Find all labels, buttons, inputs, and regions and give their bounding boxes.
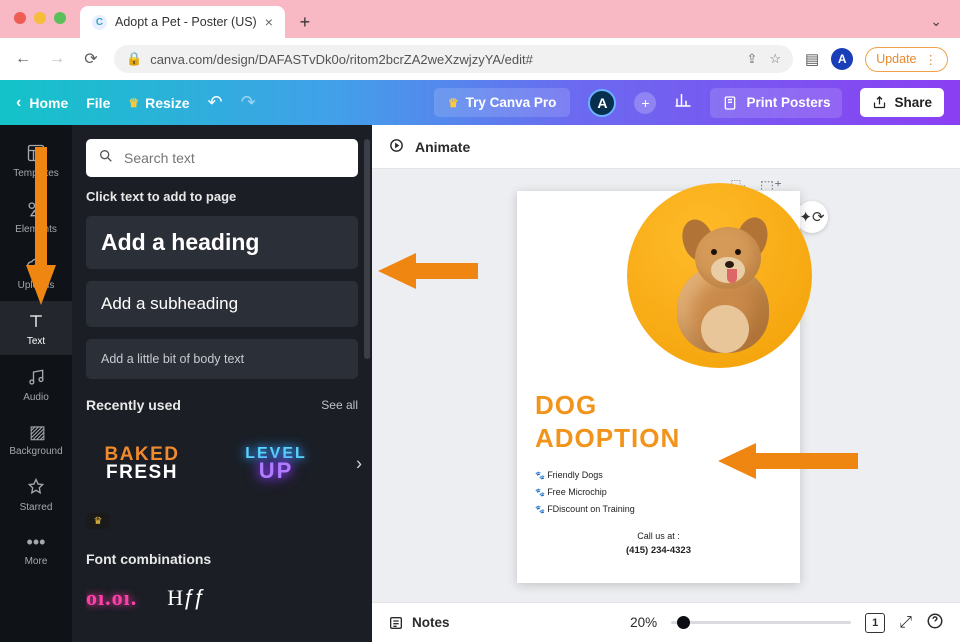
editor-bottom-bar: Notes 20% 1 ⤢ bbox=[372, 602, 960, 642]
notes-button[interactable]: Notes bbox=[388, 615, 450, 631]
nav-forward-icon[interactable]: → bbox=[46, 50, 68, 68]
browser-right-actions: ▤ A Update bbox=[805, 47, 948, 72]
search-icon bbox=[98, 148, 114, 169]
templates-icon bbox=[26, 143, 46, 163]
browser-toolbar: ← → ⟳ 🔒 canva.com/design/DAFASTvDk0o/rit… bbox=[0, 38, 960, 80]
browser-chrome: C Adopt a Pet - Poster (US) × + ⌄ ← → ⟳ … bbox=[0, 0, 960, 80]
design-page[interactable]: DOG ADOPTION Friendly Dogs Free Microchi… bbox=[517, 191, 800, 583]
redo-button[interactable]: ↷ bbox=[241, 92, 256, 113]
tabs-overflow-icon[interactable]: ⌄ bbox=[922, 5, 950, 38]
browser-tab-bar: C Adopt a Pet - Poster (US) × + ⌄ bbox=[0, 0, 960, 38]
resize-button[interactable]: ♛ Resize bbox=[128, 95, 189, 111]
text-icon bbox=[26, 311, 46, 331]
rail-uploads[interactable]: Uploads bbox=[0, 245, 72, 299]
add-subheading-option[interactable]: Add a subheading bbox=[86, 281, 358, 327]
font-combo-preview[interactable]: oı.oı. bbox=[86, 585, 137, 611]
zoom-thumb[interactable] bbox=[677, 616, 690, 629]
workspace: Templates Elements Uploads Text Audio ▨ … bbox=[0, 125, 960, 642]
search-text-input[interactable] bbox=[86, 139, 358, 177]
rail-text[interactable]: Text bbox=[0, 301, 72, 355]
window-fullscreen-icon[interactable] bbox=[54, 12, 66, 24]
audio-icon bbox=[26, 367, 46, 387]
add-heading-option[interactable]: Add a heading bbox=[86, 216, 358, 269]
recently-used-thumbs: BAKEDFRESH LEVELUP › bbox=[86, 429, 358, 499]
undo-button[interactable]: ↶ bbox=[207, 92, 222, 113]
recently-used-header: Recently used See all bbox=[86, 397, 358, 413]
invite-button[interactable]: + bbox=[634, 92, 656, 114]
editor-top-bar: ‹ Home File ♛ Resize ↶ ↷ ♛ Try Canva Pro… bbox=[0, 80, 960, 125]
tab-title: Adopt a Pet - Poster (US) bbox=[115, 15, 257, 29]
side-rail: Templates Elements Uploads Text Audio ▨ … bbox=[0, 125, 72, 642]
new-tab-button[interactable]: + bbox=[291, 8, 319, 36]
elements-icon bbox=[26, 199, 46, 219]
rail-starred[interactable]: Starred bbox=[0, 467, 72, 521]
address-bar[interactable]: 🔒 canva.com/design/DAFASTvDk0o/ritom2bcr… bbox=[114, 45, 793, 73]
nav-back-icon[interactable]: ← bbox=[12, 50, 34, 68]
extensions-icon[interactable]: ▤ bbox=[805, 50, 819, 68]
rail-background[interactable]: ▨ Background bbox=[0, 413, 72, 465]
insights-icon[interactable] bbox=[674, 91, 692, 114]
magic-recommend-button[interactable]: ✦⟳ bbox=[796, 201, 828, 233]
pro-badge: ♛ bbox=[86, 513, 110, 529]
context-toolbar: Animate bbox=[372, 125, 960, 169]
animate-button[interactable]: Animate bbox=[415, 139, 470, 155]
fullscreen-icon[interactable]: ⤢ bbox=[899, 614, 912, 632]
search-text-field[interactable] bbox=[124, 150, 346, 166]
zoom-slider[interactable] bbox=[671, 621, 851, 624]
uploads-icon bbox=[26, 255, 46, 275]
home-button[interactable]: ‹ Home bbox=[16, 94, 68, 112]
canvas-stage[interactable]: ⿻ ⬚⁺ ✦⟳ DOG ADOPTION bbox=[372, 169, 960, 602]
text-panel: ‹ Click text to add to page Add a headin… bbox=[72, 125, 372, 642]
crown-icon: ♛ bbox=[448, 96, 459, 110]
see-all-link[interactable]: See all bbox=[321, 398, 358, 412]
rail-audio[interactable]: Audio bbox=[0, 357, 72, 411]
browser-update-button[interactable]: Update bbox=[865, 47, 948, 72]
more-icon: ••• bbox=[27, 533, 46, 551]
animate-icon bbox=[388, 137, 405, 157]
window-close-icon[interactable] bbox=[14, 12, 26, 24]
user-avatar[interactable]: A bbox=[588, 89, 616, 117]
panel-hint: Click text to add to page bbox=[86, 189, 358, 204]
panel-scrollbar[interactable] bbox=[364, 139, 370, 359]
poster-dog-image[interactable] bbox=[627, 183, 812, 368]
window-minimize-icon[interactable] bbox=[34, 12, 46, 24]
help-icon[interactable] bbox=[926, 612, 944, 633]
print-posters-button[interactable]: Print Posters bbox=[710, 88, 842, 118]
add-body-text-option[interactable]: Add a little bit of body text bbox=[86, 339, 358, 379]
page-indicator[interactable]: 1 bbox=[865, 613, 885, 633]
chevron-left-icon: ‹ bbox=[16, 94, 21, 112]
canvas-area: Animate ⿻ ⬚⁺ ✦⟳ DOG bbox=[372, 125, 960, 642]
window-controls bbox=[14, 12, 66, 24]
browser-tab[interactable]: C Adopt a Pet - Poster (US) × bbox=[80, 6, 285, 38]
rail-elements[interactable]: Elements bbox=[0, 189, 72, 243]
share-url-icon[interactable]: ⇪ bbox=[746, 51, 757, 67]
profile-avatar[interactable]: A bbox=[831, 48, 853, 70]
annotation-arrow-left-icon bbox=[378, 249, 478, 293]
rail-more[interactable]: ••• More bbox=[0, 523, 72, 575]
lock-icon: 🔒 bbox=[126, 51, 142, 67]
font-combo-preview[interactable]: Hƒƒ bbox=[167, 585, 203, 611]
font-thumb-level-up[interactable]: LEVELUP bbox=[220, 429, 332, 499]
font-thumb-baked-fresh[interactable]: BAKEDFRESH bbox=[86, 429, 198, 499]
rail-templates[interactable]: Templates bbox=[0, 133, 72, 187]
file-menu[interactable]: File bbox=[86, 95, 110, 111]
font-combinations-header: Font combinations bbox=[86, 551, 358, 567]
zoom-value[interactable]: 20% bbox=[630, 615, 657, 630]
poster-bullets[interactable]: Friendly Dogs Free Microchip FDiscount o… bbox=[535, 467, 635, 518]
nav-reload-icon[interactable]: ⟳ bbox=[80, 49, 102, 69]
canva-favicon-icon: C bbox=[92, 15, 107, 30]
star-icon bbox=[26, 477, 46, 497]
crown-icon: ♛ bbox=[94, 516, 103, 527]
thumbs-next-icon[interactable]: › bbox=[356, 454, 362, 475]
background-icon: ▨ bbox=[29, 423, 43, 441]
share-button[interactable]: Share bbox=[860, 88, 944, 117]
crown-icon: ♛ bbox=[128, 96, 139, 110]
try-pro-button[interactable]: ♛ Try Canva Pro bbox=[434, 88, 571, 117]
url-text: canva.com/design/DAFASTvDk0o/ritom2bcrZA… bbox=[150, 52, 533, 67]
poster-title[interactable]: DOG ADOPTION bbox=[535, 389, 680, 454]
poster-contact[interactable]: Call us at : (415) 234-4323 bbox=[517, 531, 800, 556]
bookmark-icon[interactable]: ☆ bbox=[769, 51, 781, 67]
tab-close-icon[interactable]: × bbox=[265, 14, 273, 30]
